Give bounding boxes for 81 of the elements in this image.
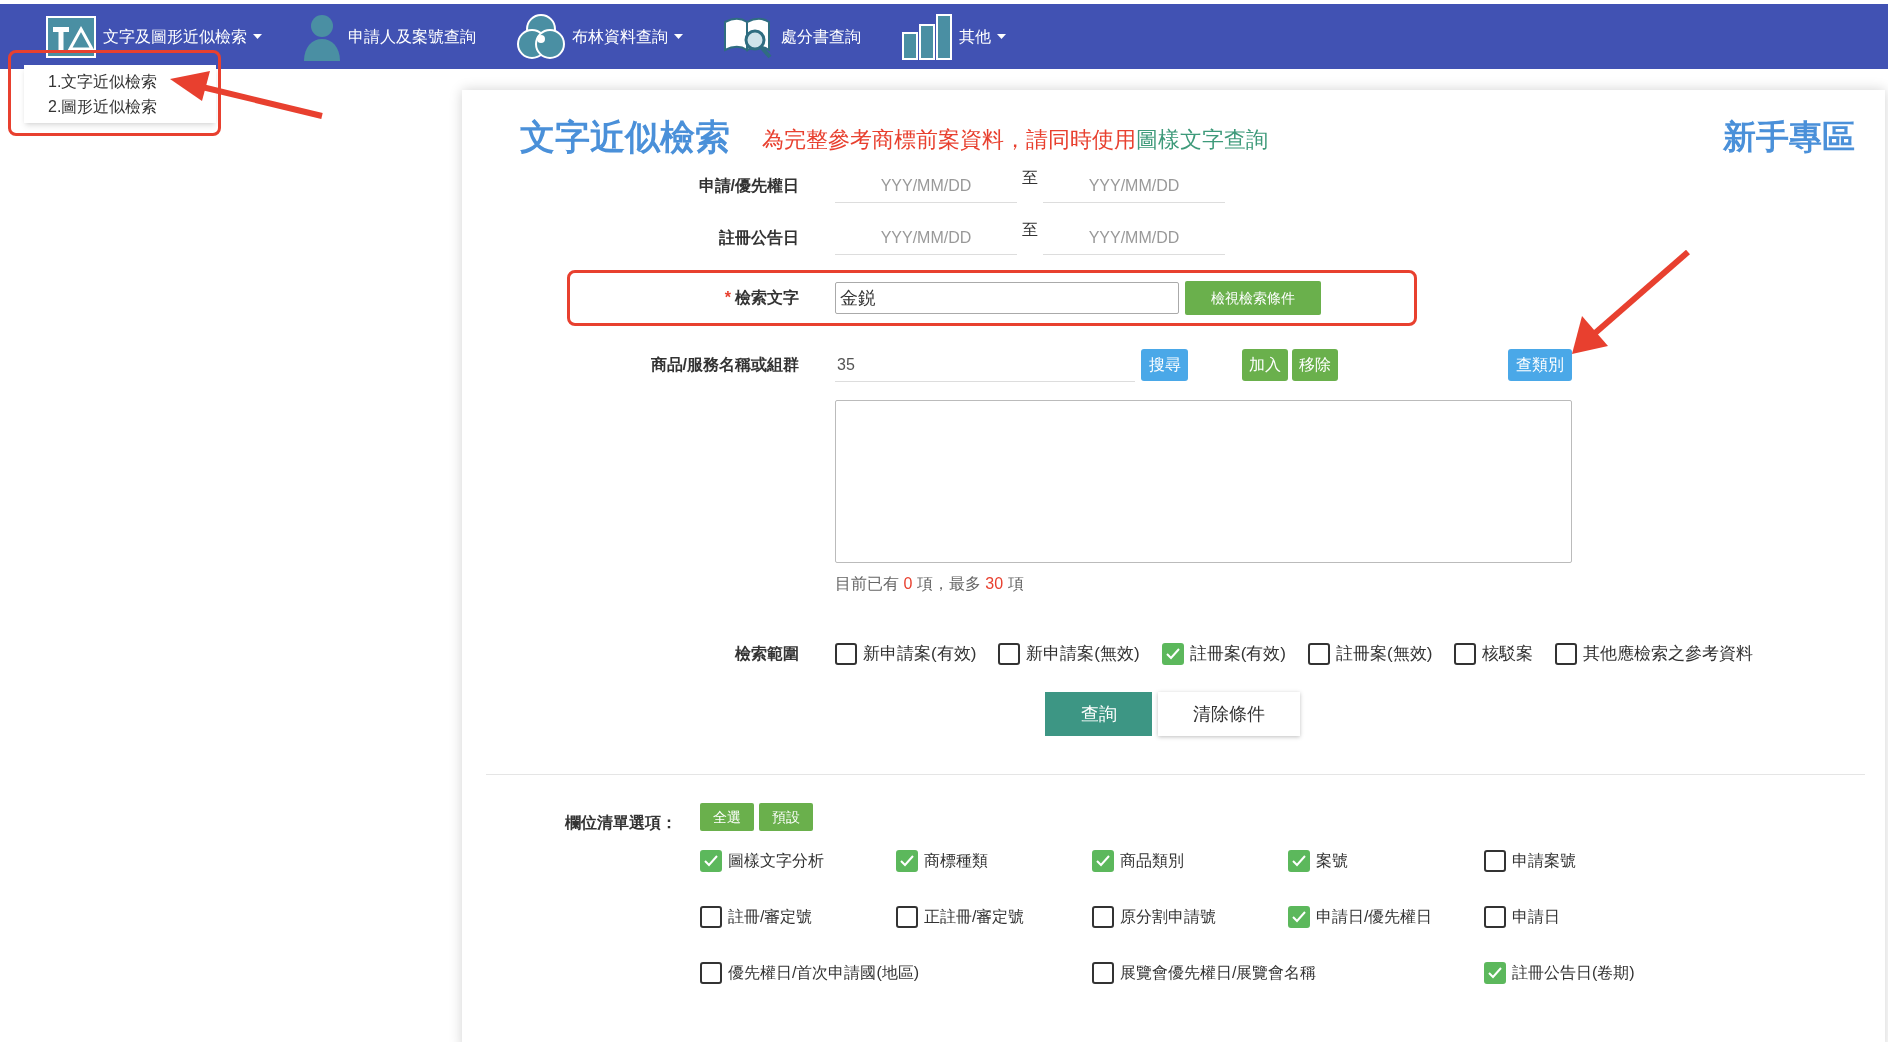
field-label: 欄位清單選項： bbox=[565, 813, 678, 833]
checkbox-label: 正註冊/審定號 bbox=[924, 907, 1025, 927]
checkbox-label: 商標種類 bbox=[924, 851, 988, 871]
checkbox[interactable] bbox=[835, 643, 857, 665]
dropdown-item[interactable]: 1.文字近似檢索 bbox=[24, 69, 216, 94]
checkbox-label: 核駁案 bbox=[1482, 643, 1534, 666]
checkbox[interactable] bbox=[700, 850, 722, 872]
checkmark-icon bbox=[1292, 911, 1306, 923]
checkbox[interactable] bbox=[700, 906, 722, 928]
checkbox[interactable] bbox=[1161, 643, 1184, 665]
checkbox[interactable] bbox=[1484, 850, 1506, 872]
checkbox[interactable] bbox=[1288, 850, 1310, 872]
nav-menu-item[interactable]: 處分書查詢 bbox=[723, 13, 861, 60]
checkbox[interactable] bbox=[1555, 643, 1578, 665]
checkbox[interactable] bbox=[1092, 850, 1114, 872]
checkbox-label: 圖樣文字分析 bbox=[728, 851, 824, 871]
nav-menu-item[interactable]: 文字及圖形近似檢索 bbox=[45, 14, 262, 59]
search-text-field[interactable]: 金鋭 bbox=[835, 282, 1179, 314]
checkmark-icon bbox=[1165, 648, 1180, 660]
nav-menu-item[interactable]: 布林資料查詢 bbox=[516, 11, 683, 62]
checkbox-label: 註冊公告日(卷期) bbox=[1512, 963, 1635, 983]
nav-label: 其他 bbox=[959, 26, 991, 47]
bar-chart-icon bbox=[901, 12, 953, 61]
item-count-text: 目前已有 0 項，最多 30 項 bbox=[835, 574, 1025, 594]
checkbox-label: 申請案號 bbox=[1512, 851, 1576, 871]
checkbox[interactable] bbox=[1308, 643, 1330, 665]
checkmark-icon bbox=[1292, 855, 1306, 867]
date-field[interactable]: YYY/MM/DD bbox=[835, 169, 1017, 203]
notice-text: 為完整參考商標前案資料，請同時使用 bbox=[762, 126, 1136, 154]
checkbox[interactable] bbox=[896, 850, 918, 872]
checkbox[interactable] bbox=[896, 906, 918, 928]
date-field[interactable]: YYY/MM/DD bbox=[835, 221, 1017, 255]
date-field[interactable]: YYY/MM/DD bbox=[1043, 169, 1225, 203]
person-icon bbox=[302, 12, 342, 61]
checkbox-label: 註冊案(有效) bbox=[1189, 643, 1286, 666]
checkmark-icon bbox=[900, 855, 914, 867]
clear-button[interactable]: 清除條件 bbox=[1158, 692, 1300, 736]
checkbox[interactable] bbox=[1484, 906, 1506, 928]
checkbox-label: 展覽會優先權日/展覽會名稱 bbox=[1120, 963, 1317, 983]
nav-label: 文字及圖形近似檢索 bbox=[103, 26, 247, 47]
checkmark-icon bbox=[1096, 855, 1110, 867]
checkbox[interactable] bbox=[1288, 906, 1310, 928]
checkbox-label: 申請日/優先權日 bbox=[1316, 907, 1433, 927]
checkbox-label: 其他應檢索之參考資料 bbox=[1583, 643, 1754, 666]
checkbox-label: 商品類別 bbox=[1120, 851, 1184, 871]
nav-label: 申請人及案號查詢 bbox=[348, 26, 476, 47]
field-label: 商品/服務名稱或組群 bbox=[649, 355, 800, 375]
checkbox-label: 申請日 bbox=[1512, 907, 1560, 927]
checkbox-label: 案號 bbox=[1316, 851, 1348, 871]
checkbox-label: 註冊案(無效) bbox=[1336, 643, 1433, 666]
dropdown-item[interactable]: 2.圖形近似檢索 bbox=[24, 94, 216, 119]
checkbox[interactable] bbox=[1092, 962, 1114, 984]
checkbox-label: 新申請案(無效) bbox=[1026, 643, 1140, 666]
notice-link[interactable]: 圖樣文字查詢 bbox=[1136, 123, 1268, 156]
checkbox-label: 原分割申請號 bbox=[1120, 907, 1216, 927]
page-title: 文字近似檢索 bbox=[520, 116, 730, 158]
field-label: 申請/優先權日 bbox=[697, 176, 800, 196]
text-shape-icon bbox=[45, 14, 97, 59]
nav-menu-item[interactable]: 申請人及案號查詢 bbox=[302, 12, 476, 61]
checkmark-icon bbox=[704, 855, 718, 867]
checkbox[interactable] bbox=[1484, 962, 1506, 984]
venn-diagram-icon bbox=[516, 11, 566, 62]
checkbox-label: 優先權日/首次申請國(地區) bbox=[728, 963, 920, 983]
checkbox[interactable] bbox=[700, 962, 722, 984]
nav-label: 處分書查詢 bbox=[781, 26, 861, 47]
date-field[interactable]: YYY/MM/DD bbox=[1043, 221, 1225, 255]
nav-menu-item[interactable]: 其他 bbox=[901, 12, 1006, 61]
checkmark-icon bbox=[1488, 967, 1502, 979]
field-label: * 檢索文字 bbox=[723, 288, 800, 308]
field-label: 註冊公告日 bbox=[718, 228, 800, 248]
checkbox[interactable] bbox=[1092, 906, 1114, 928]
checkbox[interactable] bbox=[998, 643, 1021, 665]
goods-field[interactable]: 35 bbox=[835, 348, 1135, 382]
range-separator: 至 bbox=[1021, 168, 1039, 188]
nav-label: 布林資料查詢 bbox=[572, 26, 668, 47]
field-label: 檢索範圍 bbox=[734, 644, 800, 664]
range-separator: 至 bbox=[1021, 220, 1039, 240]
checkbox[interactable] bbox=[1454, 643, 1477, 665]
query-button[interactable]: 查詢 bbox=[1045, 692, 1152, 736]
checkbox-label: 新申請案(有效) bbox=[863, 643, 977, 666]
checkbox-label: 註冊/審定號 bbox=[728, 907, 813, 927]
